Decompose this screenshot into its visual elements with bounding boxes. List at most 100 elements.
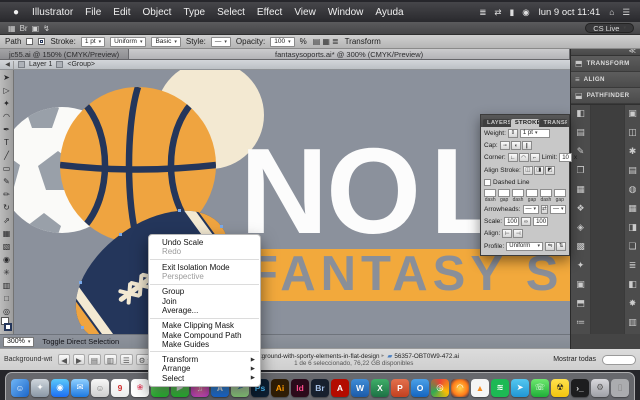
- menu-item[interactable]: Effect: [251, 7, 288, 18]
- arrowhead-start-dropdown[interactable]: — ▾: [522, 204, 539, 214]
- dock-item[interactable]: ▯: [611, 378, 629, 397]
- dock-item[interactable]: P: [391, 378, 409, 397]
- context-menu-item[interactable]: Make Compound Path: [149, 330, 260, 340]
- panel-dock-icon[interactable]: ◫: [628, 126, 637, 139]
- arrow-align-button[interactable]: ⊢: [502, 229, 513, 239]
- dock-item[interactable]: ➤: [511, 378, 529, 397]
- cap-button[interactable]: ❙: [521, 141, 532, 151]
- dock-item[interactable]: ▲: [471, 378, 489, 397]
- menu-item[interactable]: Object: [137, 7, 178, 18]
- tool-button[interactable]: ▭: [0, 162, 13, 175]
- appbar-icon[interactable]: ▦: [6, 24, 18, 33]
- dock-item[interactable]: 9: [111, 378, 129, 397]
- dock-item[interactable]: ☏: [531, 378, 549, 397]
- menu-item[interactable]: Select: [211, 7, 251, 18]
- context-menu-item[interactable]: Undo Scale: [149, 238, 260, 247]
- dock-item[interactable]: ⚙: [591, 378, 609, 397]
- panel-dock-icon[interactable]: ▤: [576, 126, 585, 139]
- cap-button[interactable]: ╼: [499, 141, 510, 151]
- tool-button[interactable]: ◉: [0, 253, 13, 266]
- tool-button[interactable]: ➤: [0, 71, 13, 84]
- appbar-icon[interactable]: Br: [18, 24, 30, 33]
- dash-field[interactable]: [539, 188, 553, 197]
- dock-item[interactable]: Br: [311, 378, 329, 397]
- panel-dock-icon[interactable]: ❏: [628, 240, 636, 253]
- exit-isolation-arrow-button[interactable]: ◀: [2, 60, 14, 69]
- panel-dock-icon[interactable]: ❖: [576, 202, 584, 215]
- menu-item[interactable]: Illustrator: [26, 7, 79, 18]
- context-menu-item[interactable]: Arrange ▶: [149, 364, 260, 373]
- status-icon[interactable]: ▮: [506, 7, 519, 18]
- dock-item[interactable]: Ai: [271, 378, 289, 397]
- menu-item[interactable]: View: [288, 7, 322, 18]
- panel-dock-icon[interactable]: ◧: [628, 278, 637, 291]
- stroke-proxy[interactable]: [4, 323, 12, 331]
- context-menu-item[interactable]: [150, 259, 259, 261]
- tool-button[interactable]: ✦: [0, 97, 13, 110]
- link-scales-button[interactable]: ∞: [521, 217, 532, 227]
- panel-dock-icon[interactable]: ◈: [577, 221, 584, 234]
- menu-item[interactable]: Edit: [107, 7, 136, 18]
- breadcrumb-item[interactable]: ▰ 56357-OBT0W9-472.ai: [387, 352, 461, 361]
- panel-dock-icon[interactable]: ▦: [576, 183, 585, 196]
- panel-dock-icon[interactable]: ▦: [628, 202, 637, 215]
- menu-item[interactable]: File: [79, 7, 107, 18]
- panel-dock-icon[interactable]: ≣: [629, 259, 637, 272]
- panel-dock-icon[interactable]: ✎: [577, 145, 585, 158]
- finder-toolbar-button[interactable]: ☰: [120, 354, 133, 365]
- panel-tab[interactable]: TRANSP: [539, 119, 567, 127]
- panel-dock-icon[interactable]: ▥: [628, 316, 637, 329]
- panel-icon-row[interactable]: ≡ ALIGN: [571, 72, 640, 88]
- panel-dock-icon[interactable]: ◨: [628, 221, 637, 234]
- panel-dock-icon[interactable]: ▩: [576, 240, 585, 253]
- cs-live-button[interactable]: CS Live ▾: [585, 23, 634, 33]
- dock-item[interactable]: ◎: [431, 378, 449, 397]
- context-menu-item[interactable]: [150, 351, 259, 353]
- dash-field[interactable]: [484, 188, 497, 197]
- finder-toolbar-button[interactable]: ▥: [103, 354, 117, 365]
- show-all-button[interactable]: Mostrar todas: [553, 356, 596, 363]
- panel-dock-icon[interactable]: ❐: [576, 164, 584, 177]
- menubar-extra-icon[interactable]: ⌂: [605, 7, 618, 17]
- panel-tab[interactable]: STROKE: [510, 119, 539, 127]
- context-menu-item[interactable]: Perspective: [149, 272, 260, 281]
- context-menu-item[interactable]: Exit Isolation Mode: [149, 263, 260, 272]
- tool-button[interactable]: ▷: [0, 84, 13, 97]
- dock-item[interactable]: ❀: [131, 378, 149, 397]
- align-stroke-button[interactable]: ◫: [522, 165, 533, 175]
- transform-link[interactable]: Transform: [345, 37, 381, 46]
- menubar-extra-icon[interactable]: ☰: [618, 7, 634, 18]
- finder-toolbar-button[interactable]: ▤: [87, 354, 101, 365]
- context-menu-item[interactable]: Select ▶: [149, 374, 260, 383]
- dock-item[interactable]: ☢: [551, 378, 569, 397]
- context-menu-item[interactable]: Make Guides: [149, 340, 260, 349]
- finder-toolbar-button[interactable]: ▶: [73, 354, 85, 365]
- weight-field[interactable]: 1 pt ▾: [519, 128, 550, 138]
- opacity-field[interactable]: 100 ▾: [270, 36, 295, 47]
- gap-field[interactable]: [497, 188, 511, 197]
- dock-item[interactable]: O: [411, 378, 429, 397]
- tool-button[interactable]: ▥: [0, 279, 13, 292]
- align-stroke-button[interactable]: ◩: [544, 165, 555, 175]
- arrow-scale-end-field[interactable]: 100: [533, 217, 549, 227]
- panel-dock-icon[interactable]: ◧: [576, 107, 585, 120]
- corner-button[interactable]: ⌐: [529, 153, 540, 163]
- panel-dock-icon[interactable]: ✸: [629, 297, 637, 310]
- width-profile-dropdown[interactable]: Uniform ▾: [110, 36, 147, 47]
- dock-item[interactable]: ◉: [51, 378, 69, 397]
- zoom-level-dropdown[interactable]: 300% ▾: [3, 336, 35, 347]
- menu-item[interactable]: Type: [177, 7, 211, 18]
- panel-icon-row[interactable]: ⬒ TRANSFORM: [571, 56, 640, 72]
- context-menu-item[interactable]: [150, 283, 259, 285]
- context-menu-item[interactable]: Average...: [149, 306, 260, 315]
- stroke-swatch[interactable]: [38, 38, 46, 45]
- tool-button[interactable]: ↻: [0, 201, 13, 214]
- tool-button[interactable]: ✏: [0, 188, 13, 201]
- miter-limit-field[interactable]: 10: [559, 153, 572, 163]
- corner-button[interactable]: ∟: [507, 153, 518, 163]
- tool-button[interactable]: ▧: [0, 240, 13, 253]
- flip-profile-button[interactable]: ⇋: [545, 241, 555, 251]
- panel-dock-icon[interactable]: ✱: [629, 145, 637, 158]
- panel-icon-row[interactable]: ⬓ PATHFINDER: [571, 88, 640, 104]
- gap-field[interactable]: [553, 188, 567, 197]
